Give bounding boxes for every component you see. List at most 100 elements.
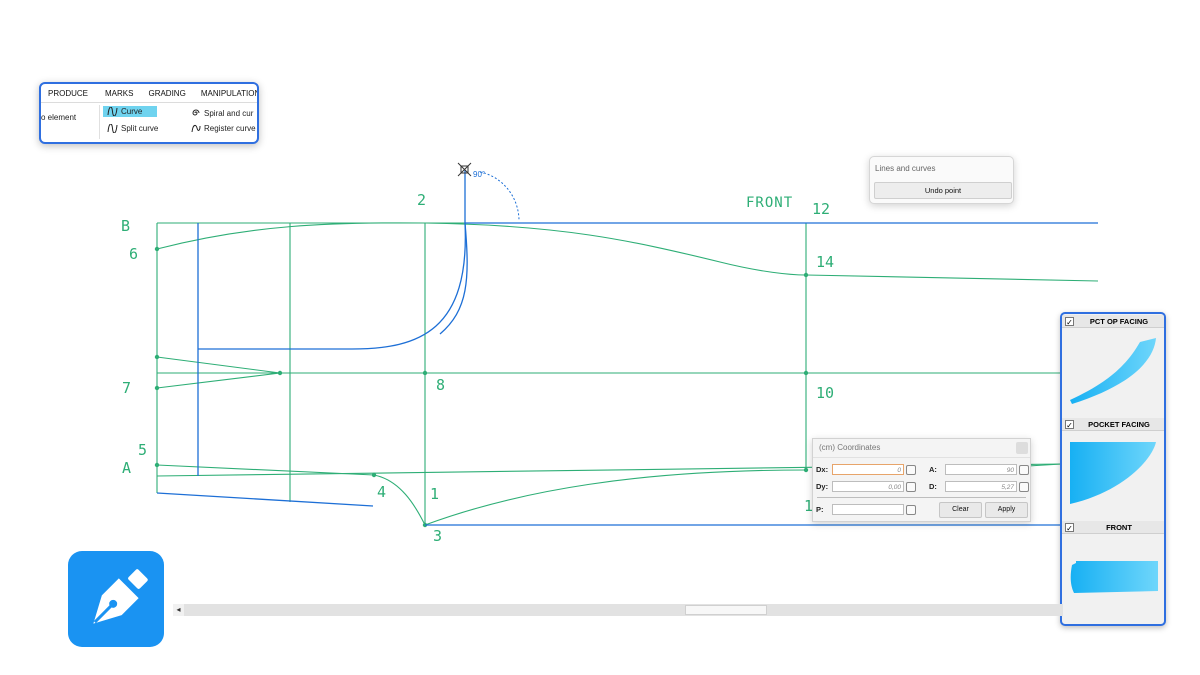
dx-field[interactable]: 0 [832, 464, 904, 475]
dy-field[interactable]: 0,00 [832, 481, 904, 492]
point-8[interactable] [422, 370, 428, 376]
point-labels: B 6 7 5 A 2 8 4 1 3 12 14 10 1 FRONT [121, 191, 834, 545]
label-a: A [122, 459, 131, 477]
piece-name: POCKET FACING [1088, 419, 1150, 429]
a-field[interactable]: 90 [945, 464, 1017, 475]
piece-shape [1070, 338, 1156, 404]
fountain-pen-icon [93, 569, 148, 624]
piece-header-pocket-facing[interactable]: ✓ POCKET FACING [1062, 418, 1164, 431]
lock-icon[interactable] [1019, 481, 1029, 492]
point-6[interactable] [154, 246, 160, 252]
piece-thumbnail-pocket-facing[interactable] [1062, 432, 1162, 518]
lock-icon[interactable] [906, 481, 916, 492]
label-4: 4 [377, 483, 386, 501]
undo-point-button[interactable]: Undo point [874, 182, 1012, 199]
angle-arc [479, 171, 520, 221]
label-14: 14 [816, 253, 834, 271]
register-curve-label: Register curve [204, 124, 256, 133]
piece-name: PCT OP FACING [1089, 316, 1149, 326]
curve-label: Curve [121, 107, 143, 116]
d-field[interactable]: 5,27 [945, 481, 1017, 492]
scroll-left-arrow-icon[interactable]: ◂ [173, 604, 184, 616]
piece-checkbox[interactable]: ✓ [1065, 316, 1074, 327]
point-4[interactable] [371, 472, 377, 478]
label-1: 1 [430, 485, 439, 503]
point-10-lower[interactable] [803, 467, 809, 473]
coordinates-separator [817, 497, 1026, 498]
register-curve-button[interactable]: Register curve [191, 124, 256, 133]
point-dart-top[interactable] [154, 354, 160, 360]
front-label: FRONT [746, 195, 793, 211]
ribbon-element-button[interactable]: o element [41, 113, 76, 122]
coordinates-dialog: (cm) Coordinates Dx: 0 A: 90 Dy: 0,00 D:… [812, 438, 1031, 522]
a-label: A: [929, 465, 937, 474]
point-14[interactable] [803, 272, 809, 278]
split-curve-icon [107, 124, 118, 133]
label-6: 6 [129, 245, 138, 263]
line-5-4 [156, 464, 375, 476]
lines-curves-popup: Lines and curves Undo point [869, 156, 1014, 204]
apply-button[interactable]: Apply [985, 502, 1028, 518]
ribbon-tabs: PRODUCE MARKS GRADING MANIPULATION [41, 84, 257, 103]
pieces-panel: ✓ PCT OP FACING ✓ POCKET FACING ✓ FRONT [1060, 312, 1166, 626]
piece-thumbnail-pct-op-facing[interactable] [1062, 330, 1162, 416]
register-curve-icon [191, 124, 201, 133]
piece-shape [1070, 442, 1156, 504]
label-7: 7 [122, 379, 131, 397]
pattern-points [154, 246, 809, 528]
point-7[interactable] [154, 385, 160, 391]
piece-checkbox[interactable]: ✓ [1065, 419, 1074, 430]
point-5[interactable] [154, 462, 160, 468]
label-8: 8 [436, 376, 445, 394]
ribbon-body: o element Curve Split curve Spiral and c… [41, 103, 257, 142]
app-logo [68, 551, 164, 647]
a-row: A: 90 [929, 464, 1029, 475]
curve-icon [107, 107, 118, 116]
d-label: D: [929, 482, 937, 491]
dart-lower [156, 372, 281, 389]
piece-thumbnail-front[interactable] [1062, 535, 1162, 621]
split-curve-button[interactable]: Split curve [107, 124, 158, 133]
popup-title: Lines and curves [875, 164, 936, 173]
spiral-button[interactable]: Spiral and cur [191, 108, 253, 118]
coordinates-title-text: (cm) Coordinates [819, 443, 881, 452]
tab-marks[interactable]: MARKS [95, 89, 140, 98]
piece-header-front[interactable]: ✓ FRONT [1062, 521, 1164, 534]
curve-3-10 [424, 469, 807, 526]
scroll-thumb[interactable] [685, 605, 767, 615]
spiral-icon [192, 109, 200, 116]
label-12: 12 [812, 200, 830, 218]
point-dart-tip[interactable] [277, 370, 283, 376]
p-label: P: [816, 505, 824, 514]
curve-button[interactable]: Curve [103, 106, 157, 117]
close-button[interactable] [1016, 442, 1028, 454]
label-3: 3 [433, 527, 442, 545]
coordinates-title: (cm) Coordinates [813, 439, 1030, 458]
dy-label: Dy: [816, 482, 829, 491]
piece-header-pct-op-facing[interactable]: ✓ PCT OP FACING [1062, 315, 1164, 328]
p-field[interactable] [832, 504, 904, 515]
tab-grading[interactable]: GRADING [140, 89, 192, 98]
dart-upper [156, 356, 281, 374]
tab-manipulation[interactable]: MANIPULATION [193, 89, 257, 98]
lock-icon[interactable] [1019, 464, 1029, 475]
dy-row: Dy: 0,00 [816, 481, 916, 492]
piece-checkbox[interactable]: ✓ [1065, 522, 1074, 533]
lock-icon[interactable] [906, 504, 916, 515]
dx-row: Dx: 0 [816, 464, 916, 475]
angle-label: 90° [473, 170, 485, 179]
label-2: 2 [417, 191, 426, 209]
clear-button[interactable]: Clear [939, 502, 982, 518]
blue-bottom-left [156, 492, 374, 507]
spiral-label: Spiral and cur [204, 108, 254, 118]
label-b: B [121, 217, 130, 235]
tab-produce[interactable]: PRODUCE [41, 89, 95, 98]
ribbon-separator [99, 105, 100, 139]
ribbon-element-label: o element [41, 113, 77, 122]
ribbon-toolbar: PRODUCE MARKS GRADING MANIPULATION o ele… [39, 82, 259, 144]
lock-icon[interactable] [906, 464, 916, 475]
p-row: P: [816, 504, 916, 515]
horizontal-scrollbar[interactable]: ◂ [173, 604, 1063, 616]
curve-6-14 [156, 222, 1099, 282]
point-10[interactable] [803, 370, 809, 376]
